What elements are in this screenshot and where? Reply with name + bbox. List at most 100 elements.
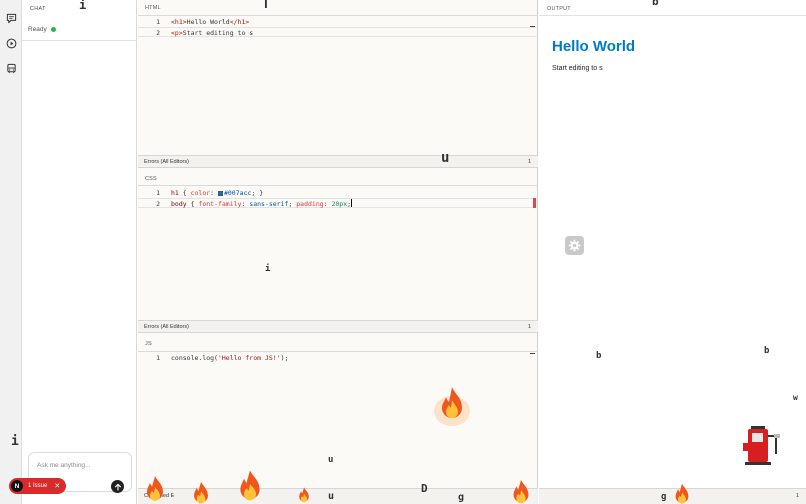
overlay-letter: g	[458, 492, 465, 503]
code-token: color	[190, 189, 211, 197]
code-token: sans-serif	[249, 200, 289, 208]
fire-icon	[675, 483, 689, 504]
code-token: <p>	[171, 29, 183, 37]
close-icon[interactable]: ✕	[54, 482, 60, 490]
overlay-letter: w	[793, 393, 798, 402]
code-line[interactable]: 2 <p>Start editing to s	[138, 27, 538, 37]
fire-icon	[299, 487, 309, 503]
code-token: :	[210, 189, 218, 197]
overlay-letter: u	[441, 150, 450, 166]
fire-icon	[194, 481, 208, 504]
overlay-letter: u	[328, 491, 335, 502]
code-token: 'Hello from JS!'	[217, 354, 281, 362]
css-editor-divider	[138, 185, 538, 186]
issue-logo-icon: N	[11, 480, 23, 492]
overlay-letter: i	[11, 434, 19, 449]
html-editor-label: HTML	[145, 5, 161, 11]
errors-count: 1	[527, 159, 531, 165]
chat-divider	[22, 40, 137, 41]
code-token: body	[171, 200, 187, 208]
errors-label: Errors (All Editors)	[144, 159, 189, 165]
code-line[interactable]: 1 console.log('Hello from JS!');	[138, 353, 538, 363]
overlay-letter: i	[265, 264, 271, 274]
code-line[interactable]: 2 body { font-family: sans-serif; padding…	[138, 198, 538, 208]
status-dot-icon	[50, 27, 56, 32]
output-bottom-count: 1	[795, 493, 799, 499]
code-text: console.log('Hello from JS!');	[171, 353, 288, 363]
code-token: <h1>	[171, 18, 187, 26]
line-number: 2	[156, 200, 160, 208]
app-window: CHAT Ready N 1 Issue ✕ HTML 1<h1>Hello W…	[0, 0, 806, 504]
fire-icon	[147, 476, 163, 501]
run-activity-button[interactable]	[2, 34, 20, 52]
html-errors-bar[interactable]: Errors (All Editors) 1	[138, 155, 538, 168]
code-token: font-family	[198, 200, 242, 208]
css-error-marker	[533, 198, 536, 208]
code-text: <p>Start editing to s	[171, 28, 253, 38]
transit-activity-button[interactable]	[2, 59, 20, 77]
code-text: body { font-family: sans-serif; padding:…	[171, 199, 353, 209]
fire-icon	[240, 470, 260, 501]
js-editor-divider	[138, 351, 538, 352]
output-divider	[539, 15, 806, 16]
line-number: 2	[156, 29, 160, 37]
chat-input[interactable]	[37, 459, 117, 471]
code-token: ; }	[251, 189, 264, 197]
fire-icon	[513, 479, 529, 504]
line-number: 1	[156, 189, 160, 197]
send-button[interactable]	[111, 480, 124, 493]
code-line[interactable]: 1 h1 { color: #007acc; }	[138, 188, 538, 198]
editors-column: HTML 1 <h1>Hello World</h1> 2 <p>Start edit…	[138, 0, 538, 504]
code-token: </h1>	[229, 18, 250, 26]
overlay-letter: g	[661, 492, 667, 502]
line-number: 1	[156, 354, 160, 362]
html-editor-divider	[138, 15, 538, 16]
issues-label: 1 Issue	[28, 483, 48, 489]
code-text: <h1>Hello World</h1>	[171, 17, 249, 27]
line-number: 1	[156, 18, 160, 26]
code-token: Hello World	[186, 18, 230, 26]
output-heading: Hello World	[552, 38, 636, 55]
js-scroll-marker	[530, 353, 535, 354]
color-swatch-icon[interactable]	[217, 190, 223, 196]
fuel-pump-icon	[743, 426, 780, 465]
chat-panel-title: CHAT	[30, 6, 46, 12]
overlay-letter: b	[652, 0, 659, 8]
code-token: console.log(	[171, 354, 218, 362]
code-line[interactable]: 1 <h1>Hello World</h1>	[138, 17, 538, 27]
play-circle-icon	[6, 38, 16, 48]
output-label: OUTPUT	[547, 6, 571, 12]
code-token: );	[280, 354, 289, 362]
js-editor-label: JS	[145, 341, 152, 347]
overlay-letter: i	[79, 0, 87, 12]
code-token: {	[178, 189, 191, 197]
bus-icon	[6, 63, 16, 73]
settings-button[interactable]	[565, 236, 584, 255]
errors-label: Errors (All Editors)	[144, 324, 189, 330]
code-token: #007acc	[223, 189, 252, 197]
activity-bar	[0, 0, 22, 504]
overlay-letter: T	[262, 0, 270, 12]
chat-status: Ready	[28, 26, 56, 33]
code-token: Start editing to s	[182, 29, 254, 37]
chat-status-text: Ready	[28, 26, 47, 33]
output-paragraph: Start editing to s	[552, 65, 603, 72]
text-cursor	[351, 199, 353, 207]
gear-icon	[568, 239, 581, 252]
code-text: h1 { color: #007acc; }	[171, 188, 263, 198]
issues-badge[interactable]: N 1 Issue ✕	[9, 478, 66, 494]
overlay-letter: u	[328, 455, 334, 465]
overlay-letter: D	[421, 482, 428, 495]
overlay-letter: b	[596, 351, 602, 361]
css-errors-bar[interactable]: Errors (All Editors) 1	[138, 320, 538, 333]
overlay-letter: b	[764, 346, 770, 356]
send-arrow-icon	[114, 483, 121, 491]
code-token: 20px	[331, 200, 348, 208]
chat-activity-button[interactable]	[2, 9, 20, 27]
css-editor-label: CSS	[145, 176, 157, 182]
chat-icon	[6, 13, 16, 23]
code-token: padding	[296, 200, 324, 208]
fire-icon	[434, 387, 470, 426]
code-token: h1	[171, 189, 179, 197]
errors-count: 1	[527, 324, 531, 330]
